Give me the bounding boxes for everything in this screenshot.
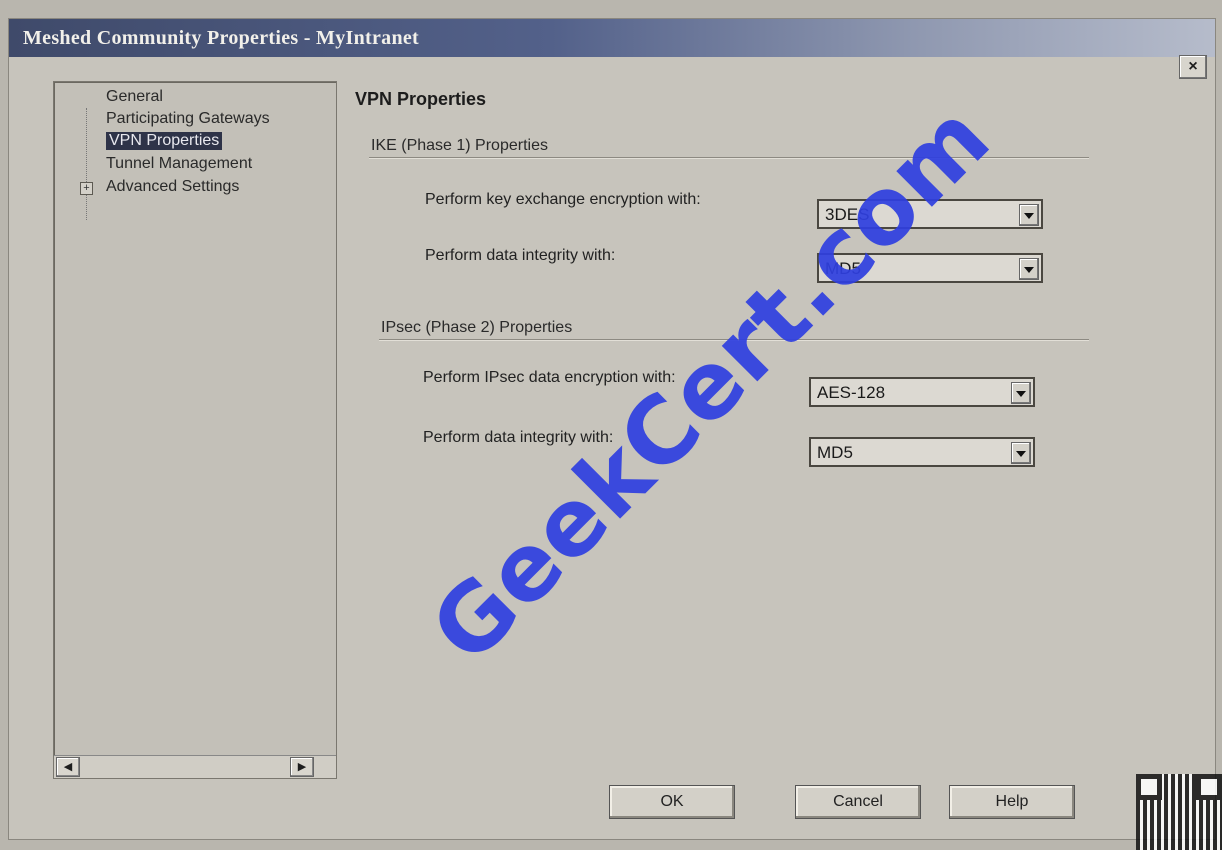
tree-item-general[interactable]: General bbox=[106, 88, 163, 106]
ok-button[interactable]: OK bbox=[609, 785, 735, 819]
cancel-button[interactable]: Cancel bbox=[795, 785, 921, 819]
expand-icon[interactable]: + bbox=[80, 182, 93, 195]
close-button[interactable]: × bbox=[1179, 55, 1207, 79]
ike-encryption-select[interactable]: 3DES bbox=[817, 199, 1043, 229]
chevron-down-icon[interactable] bbox=[1011, 442, 1031, 464]
ike-integrity-label: Perform data integrity with: bbox=[425, 247, 616, 264]
ipsec-integrity-value: MD5 bbox=[817, 443, 853, 462]
ike-integrity-value: MD5 bbox=[825, 259, 861, 278]
ipsec-group-rule bbox=[379, 339, 1089, 341]
ike-group-label: IKE (Phase 1) Properties bbox=[371, 137, 556, 155]
title-bar: Meshed Community Properties - MyIntranet bbox=[9, 19, 1215, 57]
chevron-down-icon[interactable] bbox=[1019, 258, 1039, 280]
ipsec-encryption-label: Perform IPsec data encryption with: bbox=[423, 369, 676, 386]
ike-group-rule bbox=[369, 157, 1089, 159]
help-button[interactable]: Help bbox=[949, 785, 1075, 819]
ike-integrity-select[interactable]: MD5 bbox=[817, 253, 1043, 283]
ipsec-encryption-value: AES-128 bbox=[817, 383, 886, 402]
scroll-right-icon[interactable]: ▶ bbox=[290, 757, 314, 777]
dialog-window: Meshed Community Properties - MyIntranet… bbox=[8, 18, 1216, 840]
horizontal-scrollbar[interactable]: ◀ ▶ bbox=[54, 755, 336, 778]
section-title: VPN Properties bbox=[355, 89, 487, 109]
tree-item-participating-gateways[interactable]: Participating Gateways bbox=[106, 110, 270, 128]
ipsec-integrity-select[interactable]: MD5 bbox=[809, 437, 1035, 467]
tree-item-vpn-properties[interactable]: VPN Properties bbox=[106, 132, 223, 150]
tree-item-tunnel-management[interactable]: Tunnel Management bbox=[106, 155, 252, 173]
ipsec-group-label: IPsec (Phase 2) Properties bbox=[381, 319, 581, 337]
chevron-down-icon[interactable] bbox=[1011, 382, 1031, 404]
tree-connector-line bbox=[86, 108, 88, 220]
scroll-left-icon[interactable]: ◀ bbox=[56, 757, 80, 777]
qr-code-icon bbox=[1136, 774, 1222, 850]
ike-encryption-value: 3DES bbox=[825, 205, 870, 224]
chevron-down-icon[interactable] bbox=[1019, 204, 1039, 226]
ipsec-encryption-select[interactable]: AES-128 bbox=[809, 377, 1035, 407]
ipsec-integrity-label: Perform data integrity with: bbox=[423, 429, 614, 446]
ike-encryption-label: Perform key exchange encryption with: bbox=[425, 191, 701, 208]
window-title: Meshed Community Properties - MyIntranet bbox=[23, 27, 420, 49]
category-tree: General Participating Gateways VPN Prope… bbox=[53, 81, 337, 779]
tree-item-advanced-settings[interactable]: Advanced Settings bbox=[106, 178, 239, 196]
